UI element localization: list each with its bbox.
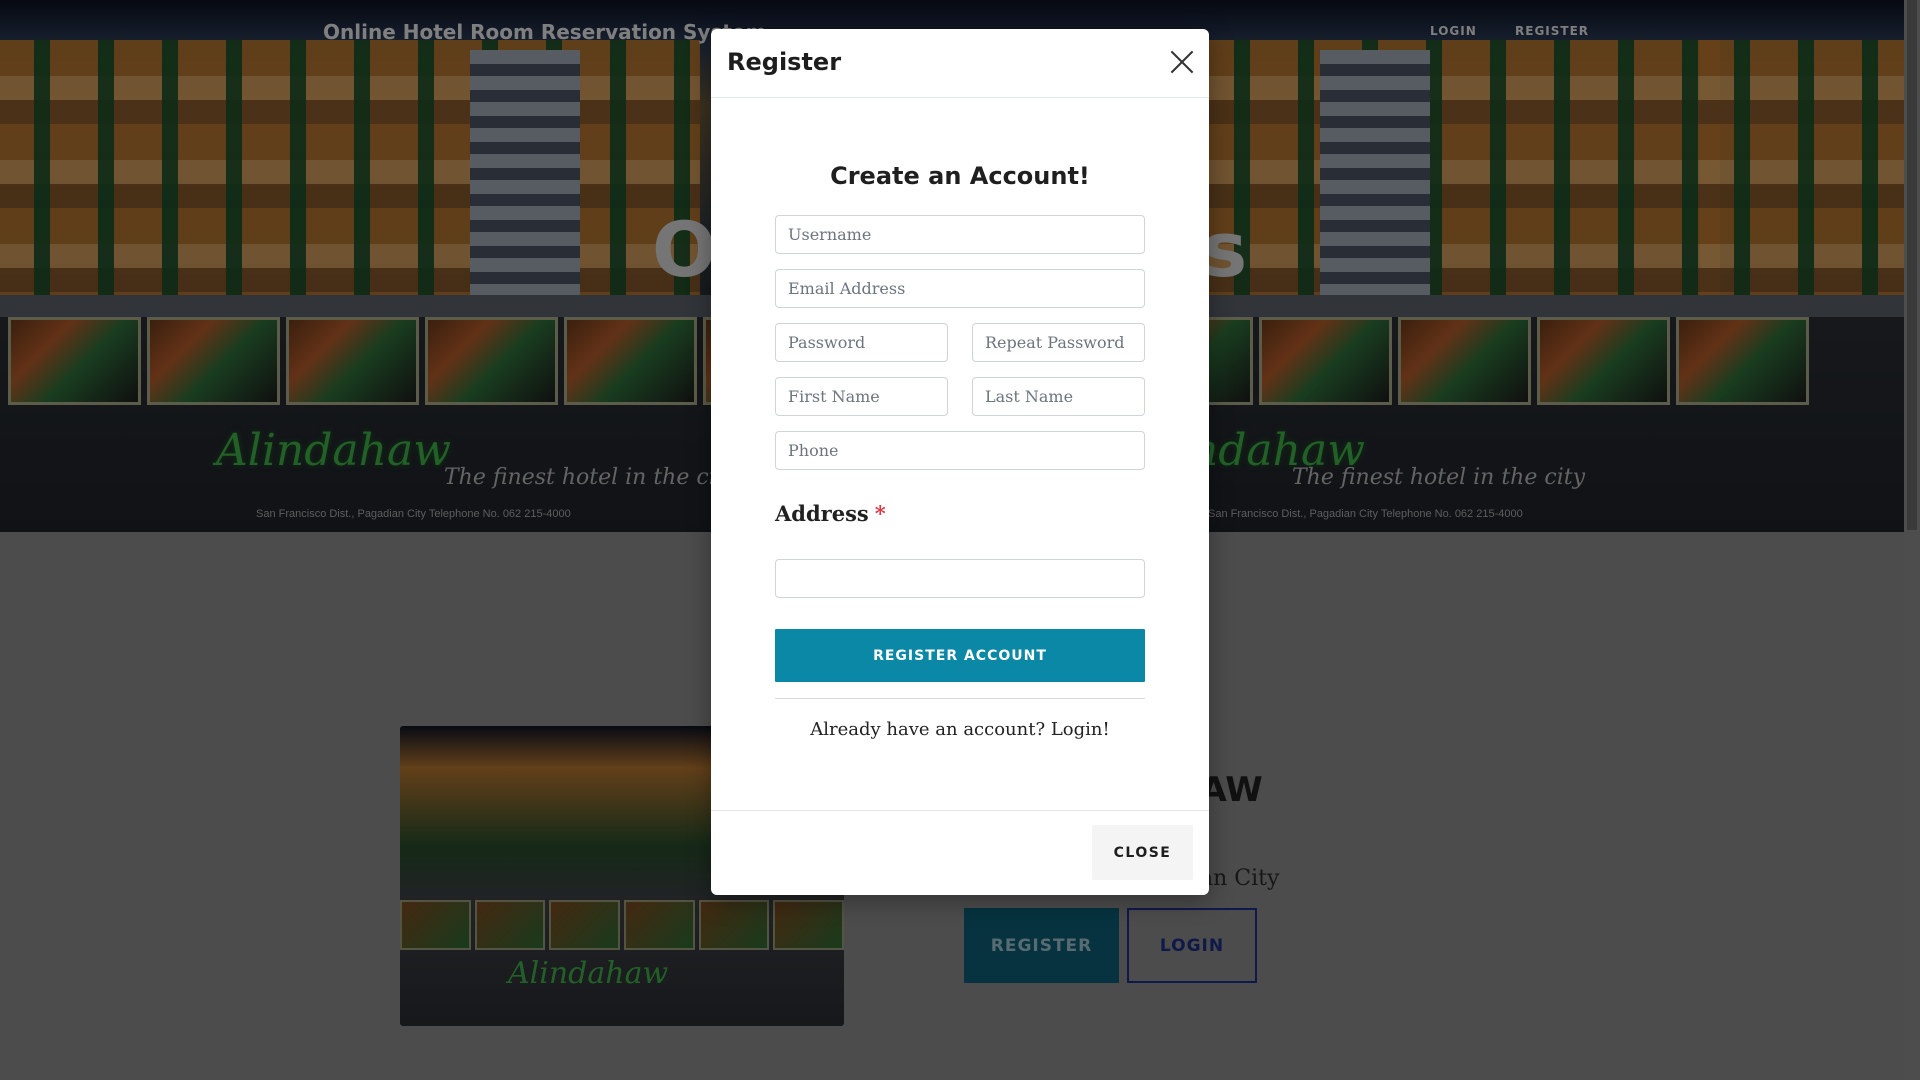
password-field[interactable]: [775, 323, 948, 362]
register-account-button[interactable]: REGISTER ACCOUNT: [775, 629, 1145, 682]
username-field[interactable]: [775, 215, 1145, 254]
register-modal: Register Create an Account! Address* REG…: [711, 29, 1209, 895]
phone-field[interactable]: [775, 431, 1145, 470]
form-heading: Create an Account!: [830, 162, 1090, 190]
first-name-field[interactable]: [775, 377, 948, 416]
modal-title: Register: [727, 48, 842, 76]
address-field[interactable]: [775, 559, 1145, 598]
last-name-field[interactable]: [972, 377, 1145, 416]
close-icon[interactable]: [1169, 49, 1195, 75]
required-asterisk: *: [874, 501, 886, 526]
form-divider: [775, 698, 1145, 699]
address-label-text: Address: [775, 501, 869, 526]
login-link[interactable]: Already have an account? Login!: [711, 719, 1209, 740]
repeat-password-field[interactable]: [972, 323, 1145, 362]
close-button[interactable]: CLOSE: [1092, 825, 1193, 880]
address-label: Address *: [775, 501, 886, 526]
modal-header: Register: [711, 29, 1209, 98]
email-field[interactable]: [775, 269, 1145, 308]
